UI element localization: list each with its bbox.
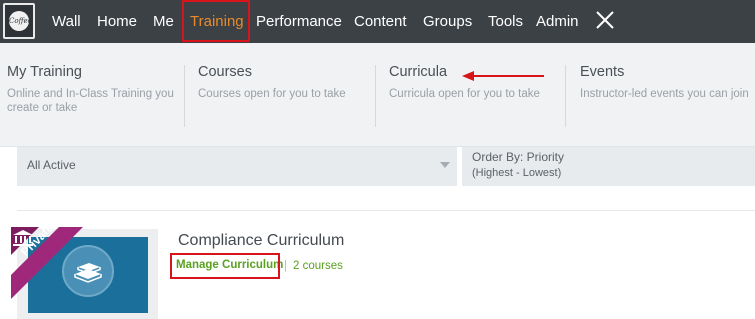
manage-curriculum-link[interactable]: Manage Curriculum	[176, 259, 283, 271]
training-dropdown-panel: My Training Online and In-Class Training…	[0, 43, 755, 147]
nav-item-home[interactable]: Home	[97, 0, 137, 43]
link-separator: |	[284, 260, 287, 272]
logo[interactable]: Coffee	[3, 3, 35, 39]
nav-item-tools[interactable]: Tools	[488, 0, 523, 43]
menu-my-training-desc: Online and In-Class Training you create …	[7, 88, 174, 114]
menu-events-desc: Instructor-led events you can join	[580, 88, 749, 100]
nav-item-performance[interactable]: Performance	[256, 0, 342, 43]
close-icon[interactable]	[594, 9, 616, 31]
menu-curricula-desc: Curricula open for you to take	[389, 88, 540, 100]
menu-divider	[184, 65, 185, 127]
status-filter-select[interactable]: All Active	[17, 147, 457, 186]
nav-item-wall[interactable]: Wall	[52, 0, 81, 43]
nav-item-groups[interactable]: Groups	[423, 0, 472, 43]
nav-item-me[interactable]: Me	[153, 0, 174, 43]
menu-courses[interactable]: Courses Courses open for you to take	[198, 63, 368, 127]
order-by-label: Order By: Priority	[472, 150, 565, 164]
nav-item-training[interactable]: Training	[190, 0, 244, 43]
order-by-direction: (Highest - Lowest)	[472, 167, 562, 179]
annotation-arrow-icon	[462, 71, 544, 81]
order-by-select[interactable]: Order By: Priority (Highest - Lowest)	[462, 147, 755, 186]
divider	[17, 210, 755, 211]
top-navigation-bar: Coffee Wall Home Me Training Performance…	[0, 0, 755, 43]
menu-courses-desc: Courses open for you to take	[198, 88, 346, 100]
menu-my-training[interactable]: My Training Online and In-Class Training…	[7, 63, 177, 127]
menu-my-training-title: My Training	[7, 64, 82, 80]
menu-courses-title: Courses	[198, 64, 252, 80]
status-filter-value: All Active	[27, 158, 76, 172]
nav-item-admin[interactable]: Admin	[536, 0, 579, 43]
menu-divider	[375, 65, 376, 127]
courses-count-link[interactable]: 2 courses	[293, 260, 343, 272]
chevron-down-icon	[440, 162, 450, 168]
menu-events-title: Events	[580, 64, 625, 80]
menu-events[interactable]: Events Instructor-led events you can joi…	[580, 63, 750, 127]
curriculum-title[interactable]: Compliance Curriculum	[178, 232, 344, 250]
menu-divider	[565, 65, 566, 127]
curriculum-thumbnail[interactable]	[28, 237, 148, 313]
logo-text: Coffee	[9, 11, 29, 31]
nav-item-content[interactable]: Content	[354, 0, 407, 43]
books-icon	[62, 245, 114, 297]
